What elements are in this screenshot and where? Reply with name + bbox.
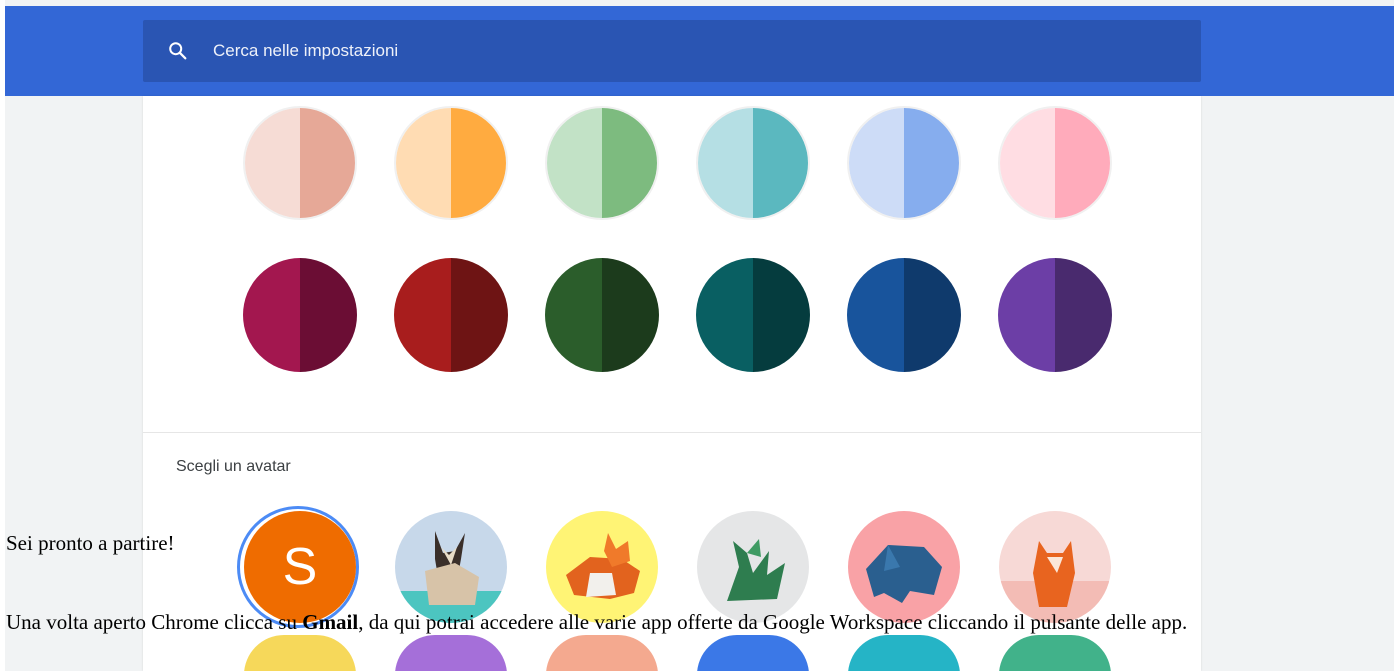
origami-dragon-avatar[interactable] <box>697 511 809 623</box>
avatar-illustration <box>999 541 1111 623</box>
light-theme-swatch-3[interactable] <box>545 106 659 220</box>
swatch-right-half <box>602 258 659 372</box>
section-divider <box>143 432 1201 433</box>
swatch-right-half <box>451 258 508 372</box>
letter-avatar[interactable]: S <box>244 511 356 623</box>
settings-toolbar: Cerca nelle impostazioni <box>5 6 1394 96</box>
swatch-right-half <box>300 258 357 372</box>
dark-theme-swatch-6[interactable] <box>998 258 1112 372</box>
avatar-illustration <box>866 545 942 603</box>
avatar-option-partial-5[interactable] <box>848 635 960 671</box>
swatch-right-half <box>1055 108 1110 218</box>
avatar-letter: S <box>282 538 318 596</box>
dark-theme-swatch-1[interactable] <box>243 258 357 372</box>
avatar-section-title: Scegli un avatar <box>176 458 291 475</box>
swatch-left-half <box>698 108 753 218</box>
instructions-part-2: , da qui potrai accedere alle varie app … <box>358 610 1188 634</box>
swatch-right-half <box>451 108 506 218</box>
swatch-left-half <box>545 258 602 372</box>
swatch-left-half <box>849 108 904 218</box>
light-theme-swatch-5[interactable] <box>847 106 961 220</box>
swatch-left-half <box>396 108 451 218</box>
avatar-option-partial-4[interactable] <box>697 635 809 671</box>
swatch-left-half <box>547 108 602 218</box>
instructions-text: Una volta aperto Chrome clicca su Gmail,… <box>6 609 1386 635</box>
light-theme-swatch-6[interactable] <box>998 106 1112 220</box>
avatar-option-partial-6[interactable] <box>999 635 1111 671</box>
avatar-option-partial-1[interactable] <box>244 635 356 671</box>
swatch-right-half <box>753 108 808 218</box>
dark-theme-swatch-5[interactable] <box>847 258 961 372</box>
dark-theme-swatch-4[interactable] <box>696 258 810 372</box>
origami-elephant-avatar[interactable] <box>848 511 960 623</box>
swatch-right-half <box>904 108 959 218</box>
avatar-option-partial-3[interactable] <box>546 635 658 671</box>
instructions-part-1: Una volta aperto Chrome clicca su <box>6 610 303 634</box>
origami-cat-avatar[interactable] <box>395 511 507 623</box>
swatch-left-half <box>245 108 300 218</box>
search-input[interactable]: Cerca nelle impostazioni <box>213 40 398 62</box>
origami-corgi-avatar[interactable] <box>546 511 658 623</box>
avatar-illustration <box>727 539 785 601</box>
swatch-left-half <box>847 258 904 372</box>
swatch-left-half <box>243 258 300 372</box>
swatch-left-half <box>1000 108 1055 218</box>
gmail-link-text: Gmail <box>302 610 359 634</box>
swatch-right-half <box>904 258 961 372</box>
swatch-left-half <box>696 258 753 372</box>
settings-screenshot: Cerca nelle impostazioni Scegli un avata… <box>5 0 1394 671</box>
customize-profile-card: Scegli un avatar S <box>143 96 1201 671</box>
origami-fox-avatar[interactable] <box>999 511 1111 623</box>
avatar-illustration <box>566 533 640 599</box>
light-theme-swatch-2[interactable] <box>394 106 508 220</box>
swatch-left-half <box>998 258 1055 372</box>
swatch-right-half <box>300 108 355 218</box>
avatar-option-partial-2[interactable] <box>395 635 507 671</box>
light-theme-swatch-1[interactable] <box>243 106 357 220</box>
avatar-illustration <box>395 531 507 623</box>
swatch-right-half <box>602 108 657 218</box>
search-icon <box>169 42 187 60</box>
swatch-right-half <box>753 258 810 372</box>
search-box[interactable]: Cerca nelle impostazioni <box>143 20 1201 82</box>
dark-theme-swatch-2[interactable] <box>394 258 508 372</box>
swatch-left-half <box>394 258 451 372</box>
light-theme-swatch-4[interactable] <box>696 106 810 220</box>
dark-theme-swatch-3[interactable] <box>545 258 659 372</box>
swatch-right-half <box>1055 258 1112 372</box>
ready-text: Sei pronto a partire! <box>6 531 175 555</box>
